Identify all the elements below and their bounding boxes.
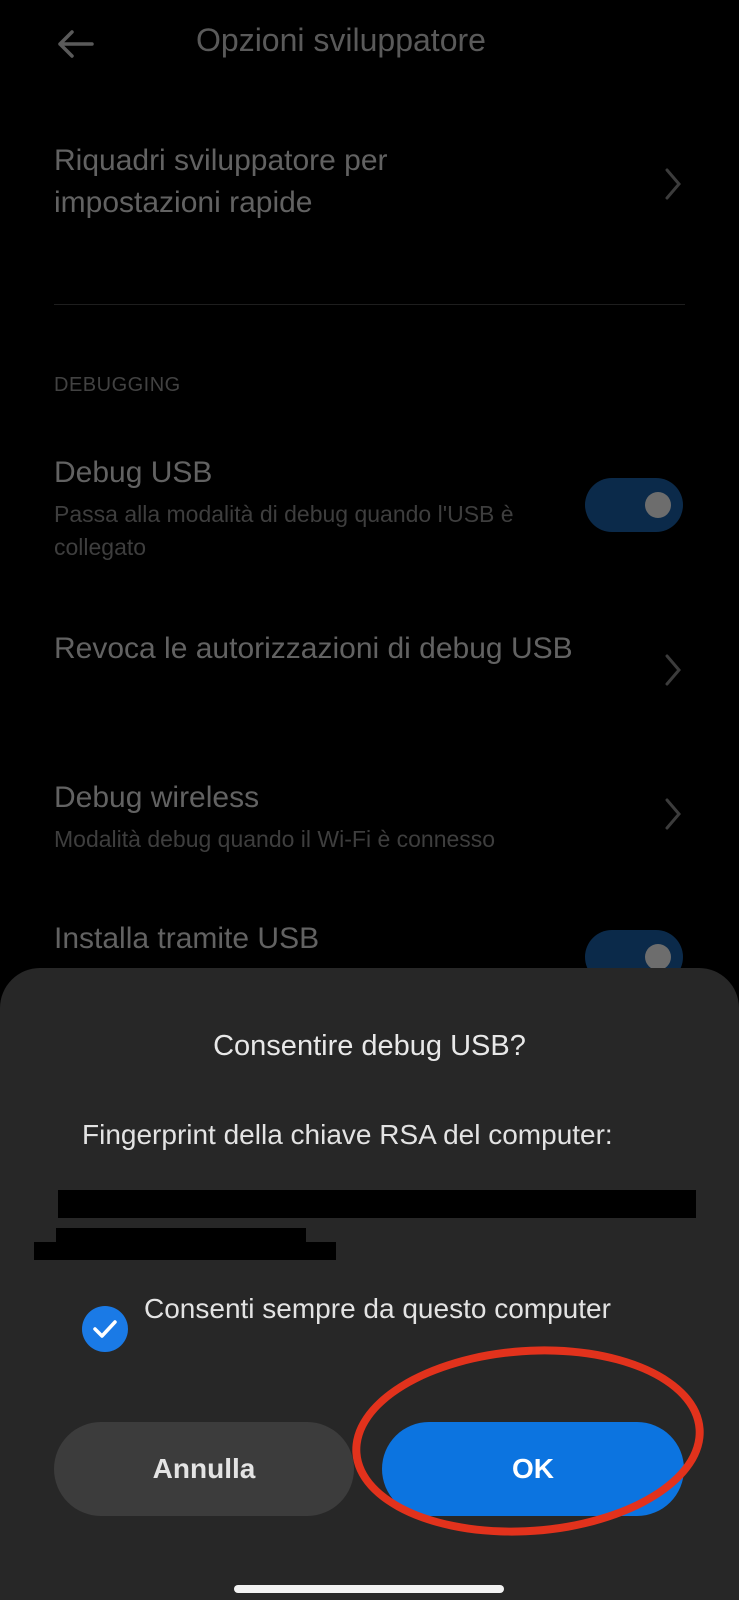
revoke-usb-debug-title: Revoca le autorizzazioni di debug USB [54, 632, 573, 665]
revoke-usb-debug-item[interactable]: Revoca le autorizzazioni di debug USB [54, 628, 594, 670]
toggle-knob [645, 944, 671, 970]
always-allow-checkbox-row[interactable]: Consenti sempre da questo computer [82, 1290, 672, 1370]
cancel-button[interactable]: Annulla [54, 1422, 354, 1516]
wireless-debug-subtitle: Modalità debug quando il Wi-Fi è conness… [54, 826, 496, 852]
quick-settings-tiles-title: Riquadri sviluppatore per impostazioni r… [54, 144, 388, 219]
wireless-debug-item[interactable]: Debug wireless Modalità debug quando il … [54, 777, 614, 856]
debug-usb-subtitle: Passa alla modalità di debug quando l'US… [54, 501, 514, 560]
install-via-usb-title: Installa tramite USB [54, 922, 320, 955]
debug-usb-title: Debug USB [54, 456, 213, 489]
redacted-fingerprint [34, 1242, 336, 1260]
divider [54, 304, 685, 305]
always-allow-label: Consenti sempre da questo computer [144, 1293, 611, 1324]
chevron-right-icon [663, 166, 683, 202]
developer-options-screen: Opzioni sviluppatore Riquadri sviluppato… [0, 0, 739, 1600]
back-arrow-icon[interactable] [52, 24, 100, 64]
ok-button[interactable]: OK [382, 1422, 684, 1516]
checkmark-icon [93, 1320, 117, 1338]
dialog-body: Fingerprint della chiave RSA del compute… [82, 1119, 613, 1150]
section-label-debugging: DEBUGGING [54, 374, 181, 396]
always-allow-checkbox[interactable] [82, 1306, 128, 1352]
redacted-fingerprint [58, 1190, 696, 1218]
chevron-right-icon [663, 796, 683, 832]
wireless-debug-title: Debug wireless [54, 781, 260, 814]
quick-settings-tiles-item[interactable]: Riquadri sviluppatore per impostazioni r… [54, 140, 684, 224]
toggle-knob [645, 492, 671, 518]
install-via-usb-item[interactable]: Installa tramite USB [54, 918, 574, 960]
page-title: Opzioni sviluppatore [196, 22, 486, 58]
debug-usb-toggle[interactable] [585, 478, 683, 532]
home-indicator[interactable] [234, 1585, 504, 1593]
chevron-right-icon [663, 652, 683, 688]
dialog-title: Consentire debug USB? [213, 1030, 526, 1062]
debug-usb-item[interactable]: Debug USB Passa alla modalità di debug q… [54, 452, 574, 564]
usb-debug-dialog: Consentire debug USB? Fingerprint della … [0, 968, 739, 1600]
